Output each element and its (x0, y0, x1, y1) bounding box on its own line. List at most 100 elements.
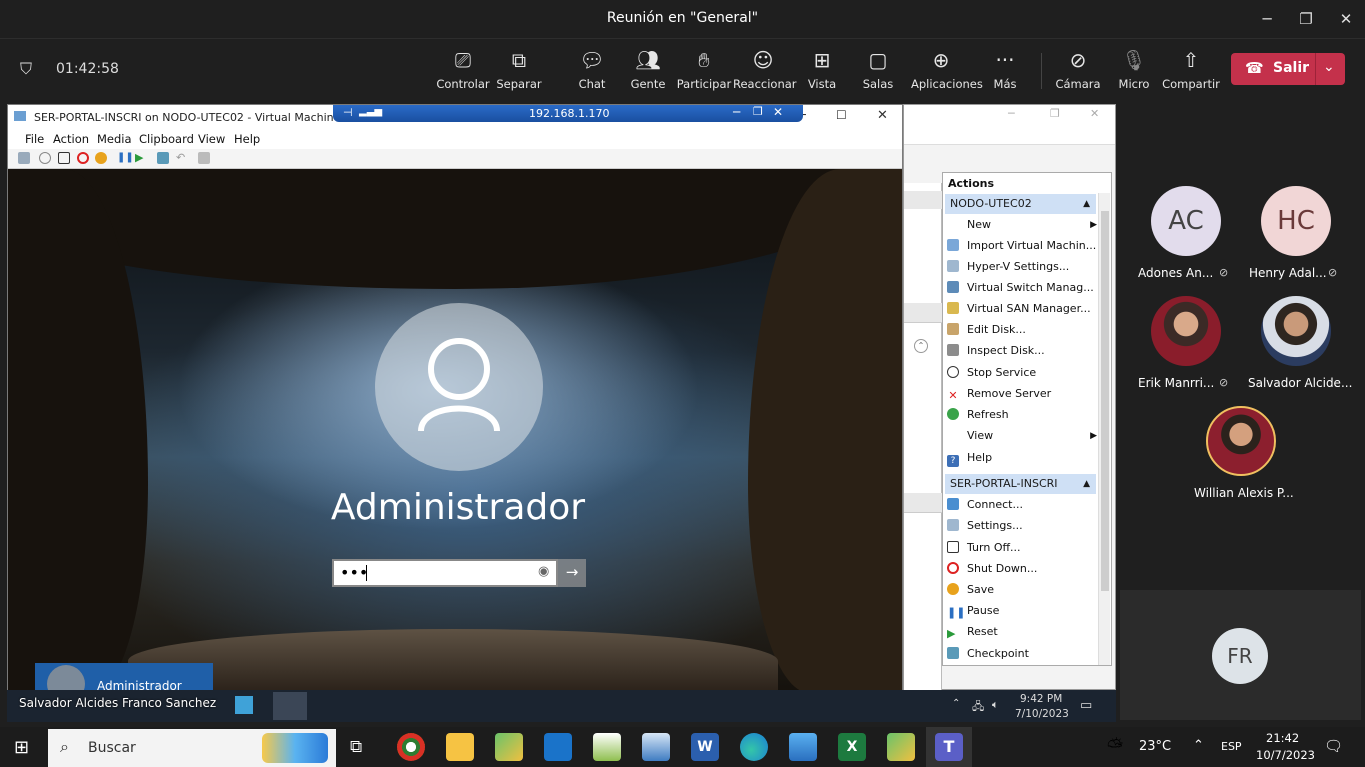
action-inspect-disk[interactable]: Inspect Disk... (947, 341, 1097, 361)
chrome-icon[interactable] (397, 733, 425, 761)
pause-icon[interactable]: ❚❚ (117, 152, 134, 164)
self-video-tile[interactable]: FR (1120, 590, 1361, 720)
restore-button[interactable]: ❐ (1050, 107, 1060, 120)
share-button[interactable]: ⇧ Compartir (1161, 47, 1221, 97)
snip-sketch-icon[interactable] (887, 733, 915, 761)
view-button[interactable]: ⊞ Vista (792, 47, 852, 97)
close-button[interactable]: ✕ (1331, 8, 1361, 30)
action-hyperv-settings[interactable]: Hyper-V Settings... (947, 257, 1097, 277)
apps-button[interactable]: ⊕ Aplicaciones (911, 47, 983, 97)
snipping-tool-icon[interactable] (495, 733, 523, 761)
vscode-icon[interactable] (544, 733, 572, 761)
weather-icon[interactable]: ⛅︎ (1107, 734, 1123, 758)
leave-button[interactable]: ☎ Salir ⌄ (1231, 53, 1345, 85)
action-virtual-san[interactable]: Virtual SAN Manager... (947, 299, 1097, 319)
avatar[interactable]: HC (1261, 186, 1331, 256)
avatar[interactable] (1206, 406, 1276, 476)
task-view-icon[interactable]: ⧉ (350, 737, 362, 757)
react-button[interactable]: ☺ Reaccionar (733, 47, 797, 97)
section-header-vm[interactable]: SER-PORTAL-INSCRI ▲ (945, 474, 1096, 494)
chevron-up-icon[interactable]: ⌃ (952, 698, 960, 709)
more-button[interactable]: ··· Más (975, 47, 1035, 97)
submit-arrow-button[interactable]: → (558, 559, 586, 587)
collapse-icon[interactable]: ▲ (1083, 194, 1090, 214)
collapse-icon[interactable]: ▲ (1083, 474, 1090, 494)
enhanced-session-icon[interactable] (198, 152, 210, 164)
avatar[interactable]: AC (1151, 186, 1221, 256)
ctrl-alt-del-icon[interactable] (18, 152, 30, 164)
excel-icon[interactable]: X (838, 733, 866, 761)
save-icon[interactable] (95, 152, 107, 164)
menu-view[interactable]: View (198, 132, 225, 146)
vm-screen[interactable]: Administrador ••• ◉ → Administrador (8, 169, 902, 693)
maximize-button[interactable]: ❐ (1291, 8, 1321, 30)
raise-hand-button[interactable]: ✋︎ Participar (674, 47, 734, 97)
notifications-icon[interactable]: 🗨︎ (1324, 737, 1343, 755)
teams-taskbar-active[interactable]: T (926, 727, 972, 767)
people-button[interactable]: 👥︎ Gente (618, 47, 678, 97)
search-box[interactable]: ⌕ Buscar (48, 729, 336, 767)
collapse-icon[interactable]: ⌃ (914, 339, 928, 353)
pin-icon[interactable]: ⊣ (343, 106, 353, 119)
edge-icon[interactable] (740, 733, 768, 761)
chat-button[interactable]: 💬︎ Chat (562, 47, 622, 97)
action-edit-disk[interactable]: Edit Disk... (947, 320, 1097, 340)
action-help[interactable]: ? Help (947, 448, 1097, 468)
action-import-vm[interactable]: Import Virtual Machin... (947, 236, 1097, 256)
photos-icon[interactable] (789, 733, 817, 761)
server-manager-icon[interactable] (235, 696, 253, 714)
notifications-icon[interactable]: ▭ (1080, 698, 1092, 713)
turn-off-icon[interactable] (58, 152, 70, 164)
mic-button[interactable]: 🎙︎ Micro (1104, 47, 1164, 97)
word-icon[interactable]: W (691, 733, 719, 761)
rdp-restore-button[interactable]: ❐ (753, 105, 763, 118)
remote-desktop-icon[interactable] (642, 733, 670, 761)
action-view[interactable]: View ▶ (947, 426, 1097, 446)
section-header-nodo[interactable]: NODO-UTEC02 ▲ (945, 194, 1096, 214)
action-new[interactable]: New ▶ (947, 215, 1097, 235)
avatar[interactable] (1261, 296, 1331, 366)
camera-button[interactable]: ⊘ Cámara (1048, 47, 1108, 97)
notepad-plus-icon[interactable] (593, 733, 621, 761)
rdp-connection-bar[interactable]: ⊣ ▂▃▅ 192.168.1.170 ─ ❐ ✕ (333, 105, 803, 122)
action-turn-off[interactable]: Turn Off... (947, 538, 1097, 558)
language-indicator[interactable]: ESP (1221, 740, 1242, 753)
action-virtual-switch[interactable]: Virtual Switch Manag... (947, 278, 1097, 298)
action-remove-server[interactable]: ✕ Remove Server (947, 384, 1097, 404)
file-explorer-icon[interactable] (446, 733, 474, 761)
chevron-up-icon[interactable]: ⌃ (1193, 738, 1204, 753)
avatar[interactable] (1151, 296, 1221, 366)
checkpoint-icon[interactable] (157, 152, 169, 164)
popout-button[interactable]: ⧉ Separar (489, 47, 549, 97)
menu-media[interactable]: Media (97, 132, 132, 146)
action-settings[interactable]: Settings... (947, 516, 1097, 536)
rooms-button[interactable]: ▢ Salas (848, 47, 908, 97)
menu-action[interactable]: Action (53, 132, 89, 146)
actions-scrollbar[interactable] (1098, 193, 1110, 665)
close-button[interactable]: ✕ (1090, 107, 1099, 120)
corner-user-tile[interactable]: Administrador (35, 663, 213, 693)
hyperv-taskbar-icon[interactable] (273, 692, 307, 720)
reset-icon[interactable]: ▶ (135, 152, 147, 164)
menu-clipboard[interactable]: Clipboard (139, 132, 194, 146)
action-reset[interactable]: ▶ Reset (947, 622, 1097, 642)
menu-help[interactable]: Help (234, 132, 260, 146)
action-connect[interactable]: Connect... (947, 495, 1097, 515)
chevron-down-icon[interactable]: ⌄ (1323, 59, 1335, 75)
shutdown-icon[interactable] (77, 152, 89, 164)
action-save[interactable]: Save (947, 580, 1097, 600)
action-stop-service[interactable]: Stop Service (947, 363, 1097, 383)
control-button[interactable]: ⎚ Controlar (433, 47, 493, 97)
action-shut-down[interactable]: Shut Down... (947, 559, 1097, 579)
action-refresh[interactable]: Refresh (947, 405, 1097, 425)
action-pause[interactable]: ❚❚ Pause (947, 601, 1097, 621)
network-icon[interactable]: 🖧︎ (972, 698, 984, 717)
minimize-button[interactable]: ─ (1252, 8, 1282, 30)
rdp-minimize-button[interactable]: ─ (733, 105, 740, 119)
minimize-button[interactable]: ─ (1008, 107, 1015, 120)
start-icon[interactable] (39, 152, 51, 164)
revert-icon[interactable]: ↶ (176, 152, 188, 164)
windows-start-icon[interactable]: ⊞ (14, 737, 29, 758)
maximize-button[interactable]: ☐ (836, 108, 847, 122)
vm-list-pane[interactable]: ⌃ (904, 183, 942, 693)
